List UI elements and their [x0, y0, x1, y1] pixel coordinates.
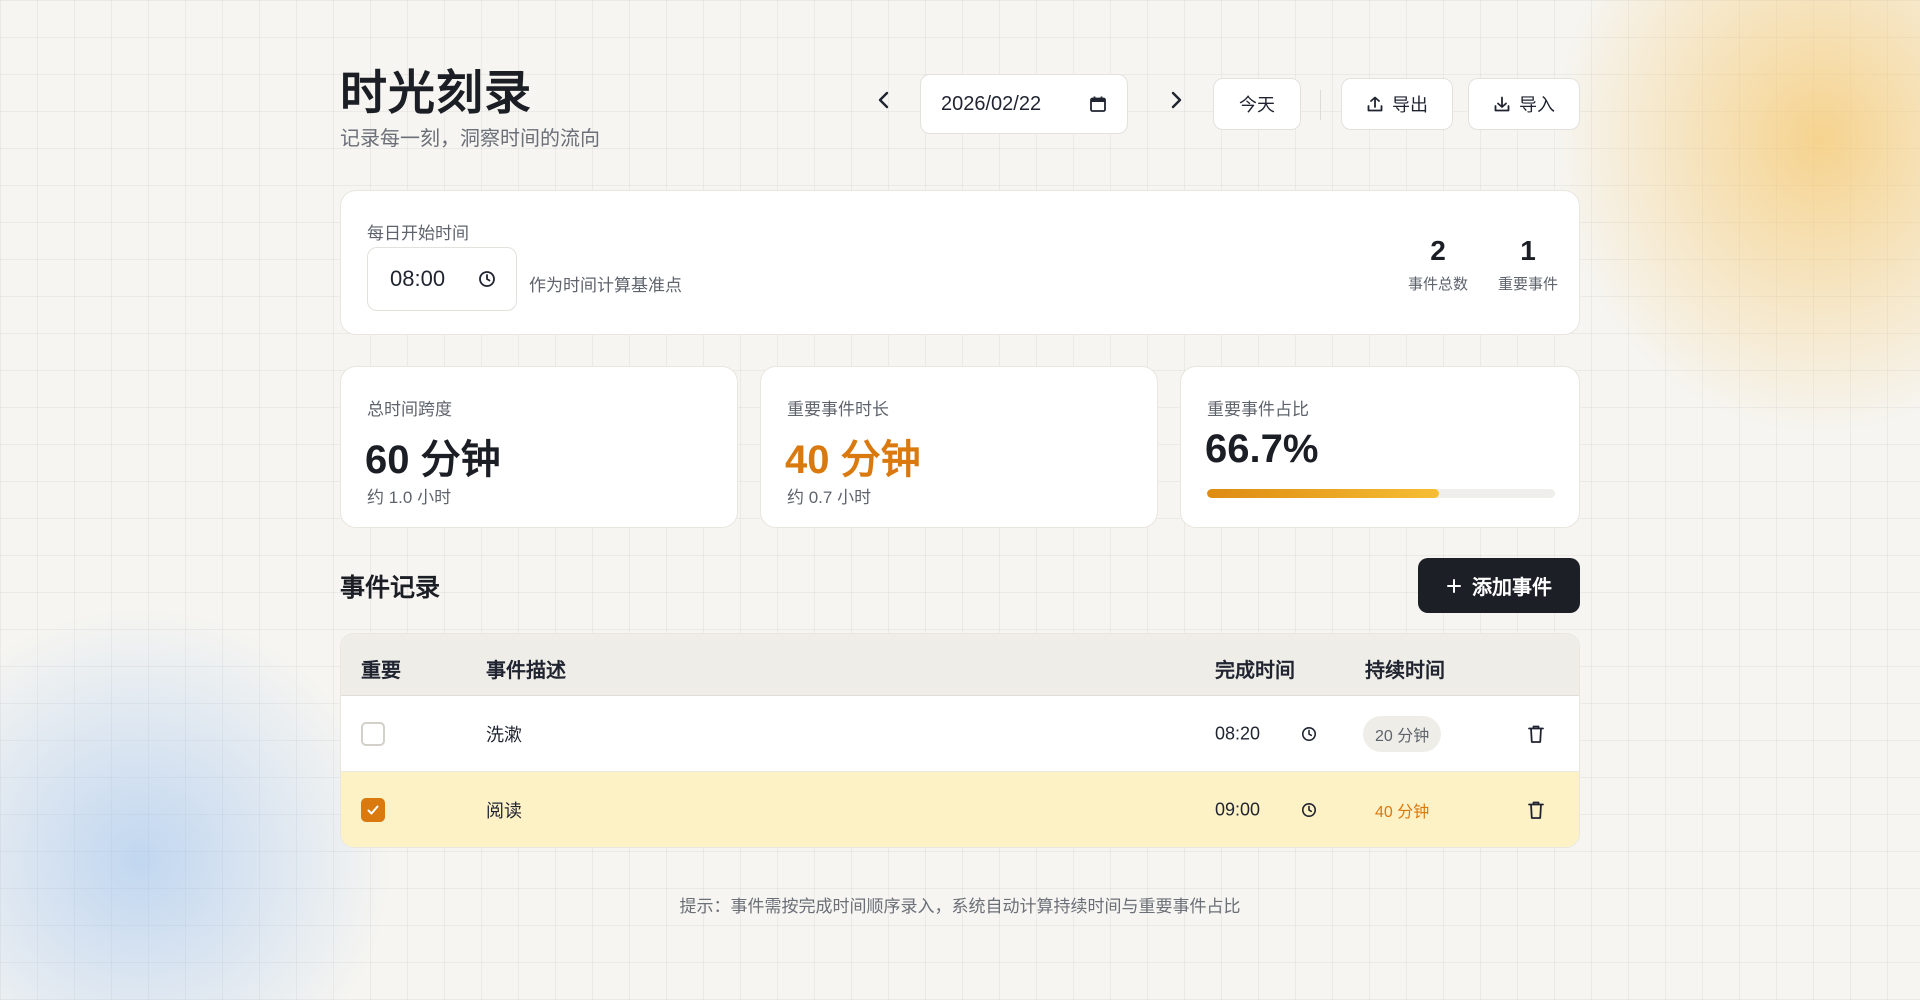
events-table: 重要 事件描述 完成时间 持续时间 洗漱 08:20 20 分钟 阅读 09:0… [340, 633, 1580, 848]
export-label: 导出 [1392, 95, 1428, 115]
today-label: 今天 [1239, 95, 1275, 115]
table-header: 重要 事件描述 完成时间 持续时间 [341, 634, 1579, 696]
duration-badge: 20 分钟 [1363, 715, 1442, 752]
finish-time-value[interactable]: 09:00 [1215, 800, 1260, 821]
total-events-value: 2 [1430, 235, 1446, 266]
calendar-icon[interactable] [1089, 95, 1107, 113]
page-title: 时光刻录 [340, 66, 532, 119]
important-ratio-card: 重要事件占比 66.7% [1180, 366, 1580, 528]
total-span-label: 总时间跨度 [367, 400, 452, 419]
important-duration-value: 40 分钟 [785, 438, 921, 482]
important-duration-sub: 约 0.7 小时 [787, 488, 872, 507]
date-value: 2026/02/22 [941, 92, 1042, 115]
clock-icon [479, 271, 495, 287]
toolbar-divider [1320, 90, 1321, 120]
events-section-title: 事件记录 [340, 574, 441, 602]
important-ratio-progress [1207, 489, 1555, 498]
important-events-label: 重要事件 [1497, 276, 1558, 293]
col-finish-time: 完成时间 [1215, 660, 1295, 682]
col-important: 重要 [361, 660, 401, 682]
footer-hint: 提示：事件需按完成时间顺序录入，系统自动计算持续时间与重要事件占比 [679, 897, 1241, 916]
important-duration-label: 重要事件时长 [787, 400, 889, 419]
next-day-button[interactable] [1164, 88, 1188, 112]
event-description[interactable]: 阅读 [486, 797, 522, 823]
upload-icon [1367, 96, 1383, 112]
app-container: 时光刻录 记录每一刻，洞察时间的流向 2026/02/22 今天 导出 导入 每… [340, 0, 1580, 916]
date-input[interactable]: 2026/02/22 [920, 74, 1128, 134]
add-event-label: 添加事件 [1472, 577, 1552, 599]
important-checkbox[interactable] [361, 798, 385, 822]
finish-time-value[interactable]: 08:20 [1215, 723, 1260, 744]
duration-badge: 40 分钟 [1375, 804, 1430, 821]
import-button[interactable]: 导入 [1468, 78, 1580, 130]
header: 时光刻录 记录每一刻，洞察时间的流向 2026/02/22 今天 导出 导入 [340, 0, 1580, 190]
check-icon [367, 805, 379, 815]
col-description: 事件描述 [486, 660, 566, 682]
export-button[interactable]: 导出 [1341, 78, 1453, 130]
download-icon [1494, 96, 1510, 112]
trash-icon [1528, 801, 1544, 819]
total-span-value: 60 分钟 [365, 438, 501, 482]
chevron-right-icon [1171, 91, 1182, 109]
settings-card: 每日开始时间 08:00 作为时间计算基准点 2 事件总数 1 重要事件 [340, 190, 1580, 335]
prev-day-button[interactable] [872, 88, 896, 112]
clock-icon [1301, 726, 1317, 741]
clock-icon [1301, 802, 1317, 818]
important-ratio-progress-fill [1207, 489, 1440, 498]
today-button[interactable]: 今天 [1213, 78, 1301, 130]
page-subtitle: 记录每一刻，洞察时间的流向 [340, 128, 600, 150]
add-event-button[interactable]: 添加事件 [1418, 558, 1580, 613]
total-events-stat: 2 事件总数 [1403, 235, 1473, 294]
start-time-label: 每日开始时间 [367, 224, 469, 243]
important-events-stat: 1 重要事件 [1493, 235, 1563, 294]
chevron-left-icon [878, 91, 889, 109]
important-checkbox[interactable] [361, 721, 385, 746]
trash-icon [1528, 725, 1544, 743]
finish-time-picker[interactable] [1301, 726, 1317, 742]
table-row: 阅读 09:00 40 分钟 [341, 772, 1579, 847]
important-ratio-value: 66.7% [1205, 427, 1319, 471]
table-row: 洗漱 08:20 20 分钟 [341, 696, 1579, 772]
total-span-sub: 约 1.0 小时 [367, 488, 452, 507]
import-label: 导入 [1519, 95, 1555, 115]
plus-icon [1447, 578, 1461, 593]
col-duration: 持续时间 [1365, 660, 1445, 682]
important-events-value: 1 [1520, 235, 1536, 266]
event-description[interactable]: 洗漱 [486, 721, 522, 747]
finish-time-picker[interactable] [1301, 802, 1317, 818]
important-duration-card: 重要事件时长 40 分钟 约 0.7 小时 [760, 366, 1158, 528]
start-time-input[interactable]: 08:00 [367, 247, 517, 311]
delete-button[interactable] [1527, 724, 1545, 744]
delete-button[interactable] [1527, 800, 1545, 820]
total-span-card: 总时间跨度 60 分钟 约 1.0 小时 [340, 366, 738, 528]
total-events-label: 事件总数 [1407, 276, 1468, 293]
start-time-hint: 作为时间计算基准点 [529, 276, 682, 295]
start-time-value: 08:00 [390, 266, 446, 291]
important-ratio-label: 重要事件占比 [1207, 400, 1309, 419]
